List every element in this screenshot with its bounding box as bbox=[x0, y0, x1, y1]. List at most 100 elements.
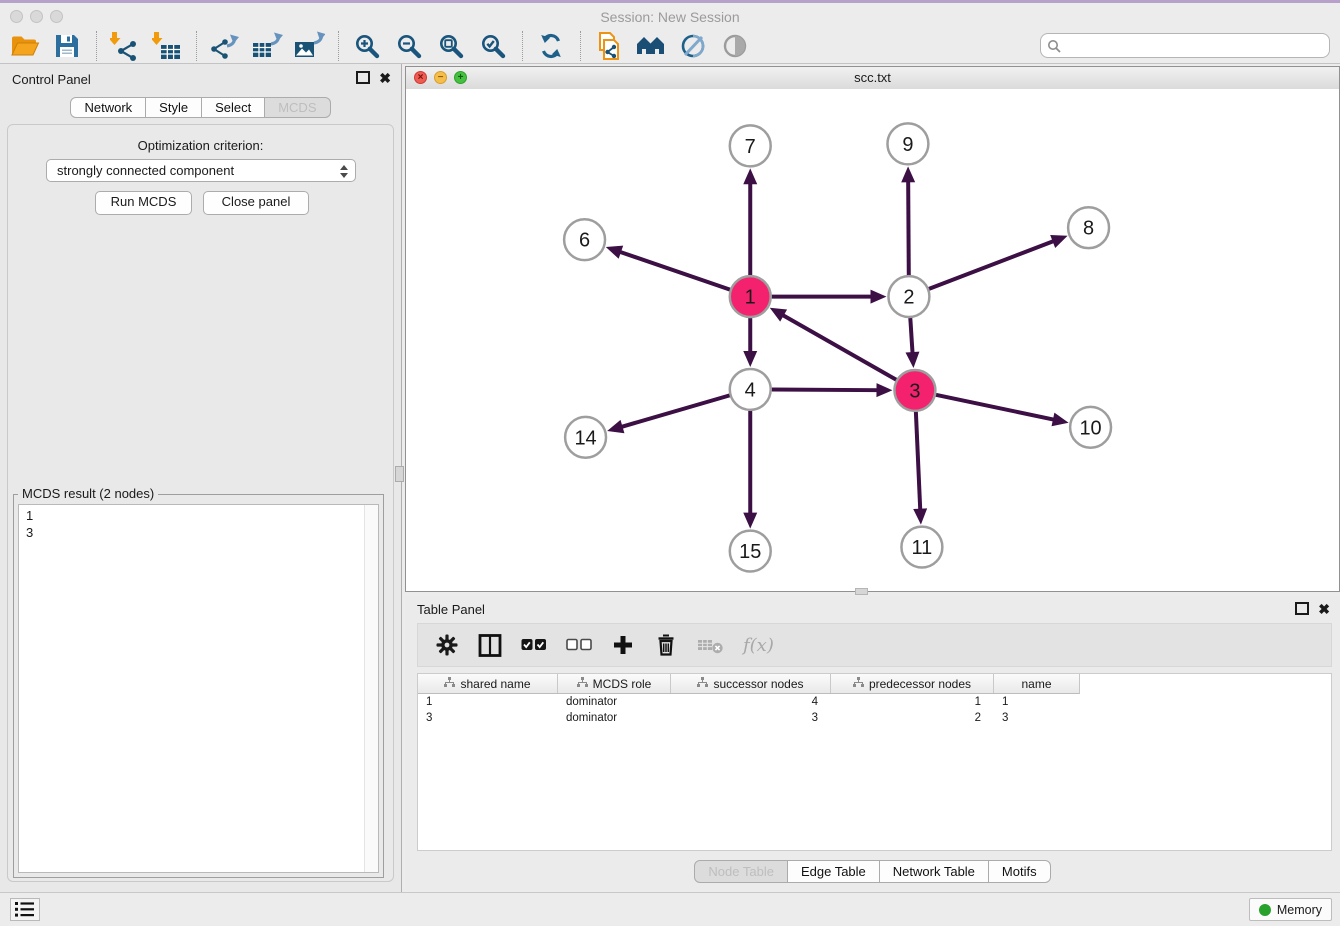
tab-network[interactable]: Network bbox=[70, 97, 146, 118]
zoom-out-icon[interactable] bbox=[392, 30, 426, 62]
close-panel-button[interactable]: Close panel bbox=[203, 191, 309, 215]
table-cell[interactable]: 3 bbox=[671, 712, 831, 724]
clone-network-icon[interactable] bbox=[592, 30, 626, 62]
close-table-panel-icon[interactable]: ✖ bbox=[1318, 603, 1330, 615]
graph-edge-arrowhead bbox=[871, 290, 887, 304]
result-scrollbar[interactable] bbox=[364, 505, 378, 872]
export-image-icon[interactable] bbox=[292, 30, 326, 62]
tab-mcds[interactable]: MCDS bbox=[265, 97, 330, 118]
table-options-icon[interactable] bbox=[435, 632, 459, 658]
refresh-layout-icon[interactable] bbox=[534, 30, 568, 62]
column-header-successor-nodes[interactable]: successor nodes bbox=[671, 674, 831, 693]
graph-edge-2-8[interactable] bbox=[929, 240, 1056, 289]
table-tab-edge-table[interactable]: Edge Table bbox=[788, 860, 880, 883]
graph-edge-4-14[interactable] bbox=[620, 395, 730, 427]
table-row[interactable]: 3dominator323 bbox=[418, 710, 1331, 726]
network-canvas[interactable]: 7968124314101511 bbox=[406, 89, 1339, 591]
table-cell[interactable]: dominator bbox=[558, 696, 671, 708]
mcds-result-group: MCDS result (2 nodes) 13 bbox=[13, 494, 384, 878]
unselect-all-columns-icon[interactable] bbox=[566, 632, 592, 658]
table-toolbar: f(x) bbox=[417, 623, 1332, 667]
table-tab-motifs[interactable]: Motifs bbox=[989, 860, 1051, 883]
zoom-in-icon[interactable] bbox=[350, 30, 384, 62]
optimization-criterion-select[interactable]: strongly connected component bbox=[46, 159, 356, 182]
column-header-shared-name[interactable]: shared name bbox=[418, 674, 558, 693]
graph-edge-arrowhead bbox=[905, 352, 919, 368]
search-input[interactable] bbox=[1040, 33, 1330, 58]
graph-edge-1-6[interactable] bbox=[618, 251, 730, 289]
window-titlebar: Session: New Session bbox=[0, 0, 1340, 28]
delete-table-icon[interactable] bbox=[697, 632, 724, 658]
graph-edge-arrowhead bbox=[743, 513, 757, 529]
table-cell[interactable]: 1 bbox=[831, 696, 994, 708]
table-tab-network-table[interactable]: Network Table bbox=[880, 860, 989, 883]
graph-node-label: 11 bbox=[912, 537, 933, 559]
table-cell[interactable]: 3 bbox=[418, 712, 558, 724]
column-header-label: shared name bbox=[460, 677, 530, 691]
table-cell[interactable]: 1 bbox=[418, 696, 558, 708]
task-history-button[interactable] bbox=[10, 898, 40, 921]
select-all-columns-icon[interactable] bbox=[521, 632, 547, 658]
main-toolbar bbox=[0, 28, 1340, 64]
memory-button[interactable]: Memory bbox=[1249, 898, 1332, 921]
column-header-predecessor-nodes[interactable]: predecessor nodes bbox=[831, 674, 994, 693]
function-builder-icon[interactable]: f(x) bbox=[743, 632, 774, 658]
optimization-criterion-label: Optimization criterion: bbox=[8, 138, 393, 153]
node-table-body: 1dominator4113dominator323 bbox=[418, 694, 1331, 726]
window-title: Session: New Session bbox=[0, 9, 1340, 25]
table-row[interactable]: 1dominator411 bbox=[418, 694, 1331, 710]
open-session-icon[interactable] bbox=[8, 30, 42, 62]
float-table-panel-icon[interactable] bbox=[1295, 602, 1309, 615]
column-header-MCDS-role[interactable]: MCDS role bbox=[558, 674, 671, 693]
table-cell[interactable]: 2 bbox=[831, 712, 994, 724]
zoom-fit-icon[interactable] bbox=[434, 30, 468, 62]
table-cell[interactable]: 1 bbox=[994, 696, 1079, 708]
tab-style[interactable]: Style bbox=[146, 97, 202, 118]
graph-edge-2-3[interactable] bbox=[910, 318, 912, 355]
run-mcds-button[interactable]: Run MCDS bbox=[95, 191, 192, 215]
graph-node-label: 1 bbox=[745, 287, 756, 309]
toolbar-separator bbox=[338, 31, 340, 61]
visual-styles-icon[interactable] bbox=[676, 30, 710, 62]
import-table-icon[interactable] bbox=[150, 30, 184, 62]
tab-select[interactable]: Select bbox=[202, 97, 265, 118]
column-tree-icon bbox=[853, 677, 864, 691]
graph-edge-arrowhead bbox=[743, 351, 757, 367]
vertical-splitter-handle[interactable] bbox=[395, 466, 404, 482]
close-panel-icon[interactable]: ✖ bbox=[379, 72, 391, 84]
network-window-titlebar[interactable]: × − + scc.txt bbox=[406, 67, 1339, 90]
show-columns-icon[interactable] bbox=[478, 632, 502, 658]
column-header-name[interactable]: name bbox=[994, 674, 1079, 693]
graph-edge-2-9[interactable] bbox=[908, 179, 909, 275]
network-close-icon[interactable]: × bbox=[414, 71, 427, 84]
first-neighbors-icon[interactable] bbox=[634, 30, 668, 62]
network-minimize-icon[interactable]: − bbox=[434, 71, 447, 84]
add-column-icon[interactable] bbox=[611, 632, 635, 658]
show-hide-eye-icon[interactable] bbox=[718, 30, 752, 62]
zoom-selected-icon[interactable] bbox=[476, 30, 510, 62]
horizontal-splitter-handle[interactable] bbox=[855, 588, 868, 595]
network-window-title: scc.txt bbox=[406, 67, 1339, 88]
table-cell[interactable]: 3 bbox=[994, 712, 1079, 724]
export-network-icon[interactable] bbox=[208, 30, 242, 62]
table-cell[interactable]: 4 bbox=[671, 696, 831, 708]
export-table-icon[interactable] bbox=[250, 30, 284, 62]
status-bar: Memory bbox=[0, 892, 1340, 926]
table-cell[interactable]: dominator bbox=[558, 712, 671, 724]
save-session-icon[interactable] bbox=[50, 30, 84, 62]
graph-edge-4-3[interactable] bbox=[772, 390, 880, 391]
mcds-result-line: 1 bbox=[26, 507, 371, 524]
mcds-result-box[interactable]: 13 bbox=[18, 504, 379, 873]
graph-node-label: 3 bbox=[909, 380, 920, 402]
table-tab-node-table[interactable]: Node Table bbox=[694, 860, 788, 883]
network-maximize-icon[interactable]: + bbox=[454, 71, 467, 84]
import-network-icon[interactable] bbox=[108, 30, 142, 62]
memory-status-dot bbox=[1259, 904, 1271, 916]
graph-edge-3-11[interactable] bbox=[916, 412, 920, 512]
graph-edge-3-10[interactable] bbox=[936, 395, 1056, 420]
graph-node-label: 10 bbox=[1079, 417, 1101, 439]
search-icon bbox=[1047, 39, 1061, 58]
graph-edge-3-1[interactable] bbox=[781, 314, 896, 380]
float-panel-icon[interactable] bbox=[356, 71, 370, 84]
delete-columns-icon[interactable] bbox=[654, 632, 678, 658]
